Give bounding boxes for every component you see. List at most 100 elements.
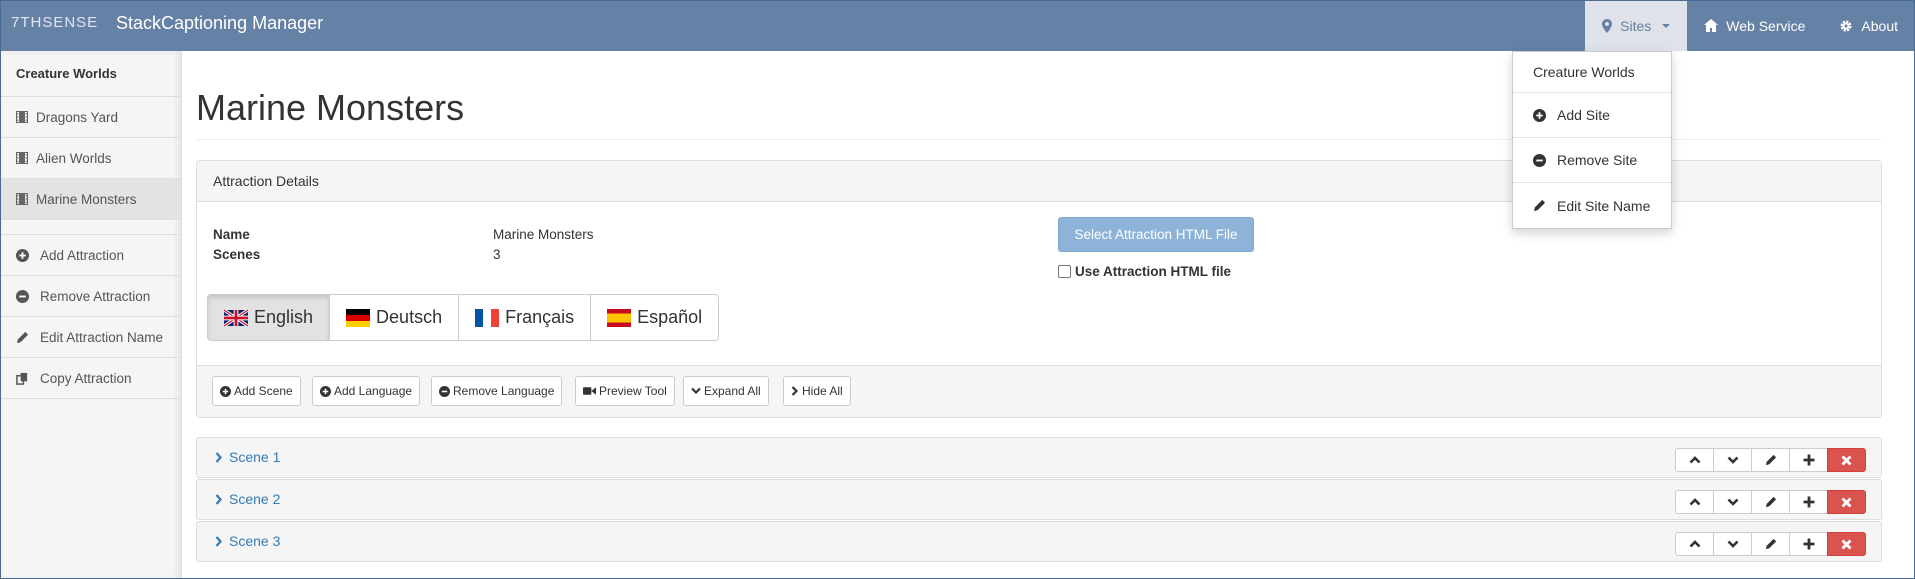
sidebar-item-label: Alien Worlds <box>36 150 112 166</box>
pencil-icon <box>1533 199 1546 212</box>
app-title[interactable]: StackCaptioning Manager <box>116 13 323 34</box>
plus-icon <box>1803 496 1814 508</box>
add-caption-button[interactable] <box>1789 490 1828 514</box>
use-attraction-html-file-option[interactable]: Use Attraction HTML file <box>1058 264 1231 279</box>
use-html-file-checkbox[interactable] <box>1058 265 1071 278</box>
move-up-button[interactable] <box>1675 448 1714 472</box>
sidebar-item-alien-worlds[interactable]: Alien Worlds <box>0 138 181 179</box>
hide-all-label: Hide All <box>802 384 843 398</box>
scene-panel: Scene 3 <box>196 521 1882 562</box>
scene-toggle[interactable]: Scene 2 <box>215 491 280 507</box>
language-francais-button[interactable]: Français <box>459 295 592 340</box>
chevron-up-icon <box>1689 498 1700 506</box>
sidebar-item-label: Marine Monsters <box>36 191 137 207</box>
close-icon <box>1841 455 1852 465</box>
remove-language-button[interactable]: Remove Language <box>431 376 563 406</box>
expand-all-label: Expand All <box>704 384 761 398</box>
scene-toggle[interactable]: Scene 3 <box>215 533 280 549</box>
name-label: Name <box>213 227 250 242</box>
remove-site-label: Remove Site <box>1557 152 1638 168</box>
scene-title: Scene 1 <box>229 449 281 465</box>
brand-logo[interactable]: 7THSENSE <box>11 14 98 31</box>
caret-down-icon <box>1662 23 1671 28</box>
delete-scene-button[interactable] <box>1827 532 1866 556</box>
remove-site-menu-item[interactable]: Remove Site <box>1513 138 1671 183</box>
plus-circle-icon <box>16 248 29 262</box>
scene-toggle[interactable]: Scene 1 <box>215 449 280 465</box>
language-english-button[interactable]: English <box>208 295 331 340</box>
expand-all-button[interactable]: Expand All <box>683 376 769 406</box>
pencil-icon <box>1765 454 1776 466</box>
add-caption-button[interactable] <box>1789 448 1828 472</box>
germany-flag-icon <box>346 308 371 327</box>
sites-menu-button[interactable]: Sites <box>1585 0 1688 51</box>
sites-dropdown-menu: Creature Worlds Add Site Remove Site Edi… <box>1512 51 1672 229</box>
move-up-button[interactable] <box>1675 490 1714 514</box>
language-selector: English Deutsch Français Español <box>207 294 720 341</box>
chevron-down-icon <box>1727 540 1738 548</box>
edit-scene-button[interactable] <box>1751 532 1790 556</box>
about-link[interactable]: About <box>1822 0 1915 51</box>
sidebar-item-marine-monsters[interactable]: Marine Monsters <box>0 179 181 220</box>
move-down-button[interactable] <box>1713 490 1752 514</box>
map-marker-icon <box>1602 18 1613 33</box>
chevron-right-icon <box>215 451 223 463</box>
edit-site-name-menu-item[interactable]: Edit Site Name <box>1513 183 1671 228</box>
web-service-label: Web Service <box>1726 17 1806 34</box>
film-icon <box>16 111 28 123</box>
chevron-right-icon <box>215 535 223 547</box>
remove-attraction-label: Remove Attraction <box>40 288 151 304</box>
move-down-button[interactable] <box>1713 448 1752 472</box>
move-down-button[interactable] <box>1713 532 1752 556</box>
navbar-right: Sites Web Service About <box>1585 0 1915 51</box>
spain-flag-icon <box>607 308 632 327</box>
language-espanol-button[interactable]: Español <box>591 295 719 340</box>
edit-attraction-name-button[interactable]: Edit Attraction Name <box>0 317 181 358</box>
remove-language-label: Remove Language <box>453 384 555 398</box>
minus-circle-icon <box>439 385 450 397</box>
delete-scene-button[interactable] <box>1827 490 1866 514</box>
copy-attraction-button[interactable]: Copy Attraction <box>0 358 181 399</box>
scene-controls <box>1675 532 1866 556</box>
language-label: Français <box>505 307 575 327</box>
scene-panel: Scene 1 <box>196 437 1882 478</box>
remove-attraction-button[interactable]: Remove Attraction <box>0 276 181 317</box>
close-icon <box>1841 539 1852 549</box>
edit-attraction-name-label: Edit Attraction Name <box>40 329 164 345</box>
plus-circle-icon <box>1533 108 1546 122</box>
minus-circle-icon <box>16 289 29 303</box>
edit-scene-button[interactable] <box>1751 448 1790 472</box>
select-attraction-html-file-button[interactable]: Select Attraction HTML File <box>1058 217 1254 252</box>
web-service-link[interactable]: Web Service <box>1687 0 1822 51</box>
preview-tool-label: Preview Tool <box>599 384 667 398</box>
add-language-button[interactable]: Add Language <box>312 376 421 406</box>
chevron-down-icon <box>1727 498 1738 506</box>
uk-flag-icon <box>224 308 248 327</box>
sidebar-item-dragons-yard[interactable]: Dragons Yard <box>0 97 181 138</box>
edit-scene-button[interactable] <box>1751 490 1790 514</box>
dropdown-site-item[interactable]: Creature Worlds <box>1513 52 1671 93</box>
page-title: Marine Monsters <box>196 87 465 128</box>
chevron-down-icon <box>691 387 701 395</box>
add-scene-button[interactable]: Add Scene <box>212 376 301 406</box>
plus-icon <box>1803 538 1814 550</box>
plus-circle-icon <box>320 385 331 397</box>
add-scene-label: Add Scene <box>234 384 293 398</box>
add-caption-button[interactable] <box>1789 532 1828 556</box>
add-attraction-label: Add Attraction <box>40 247 125 263</box>
add-language-label: Add Language <box>334 384 413 398</box>
language-deutsch-button[interactable]: Deutsch <box>330 295 460 340</box>
film-icon <box>16 152 28 164</box>
video-camera-icon <box>583 386 596 396</box>
move-up-button[interactable] <box>1675 532 1714 556</box>
use-html-file-label: Use Attraction HTML file <box>1075 264 1232 279</box>
scene-controls <box>1675 448 1866 472</box>
hide-all-button[interactable]: Hide All <box>783 376 851 406</box>
sidebar-item-label: Dragons Yard <box>36 109 119 125</box>
preview-tool-button[interactable]: Preview Tool <box>575 376 675 406</box>
add-attraction-button[interactable]: Add Attraction <box>0 235 181 276</box>
pencil-icon <box>16 331 29 344</box>
delete-scene-button[interactable] <box>1827 448 1866 472</box>
home-icon <box>1704 19 1719 32</box>
add-site-menu-item[interactable]: Add Site <box>1513 93 1671 138</box>
